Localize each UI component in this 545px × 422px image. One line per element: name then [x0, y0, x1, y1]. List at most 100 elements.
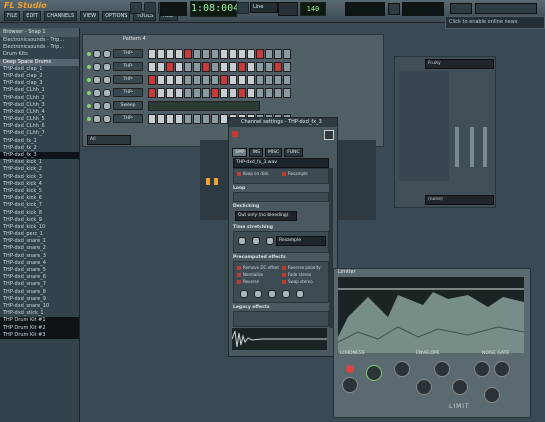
- browser-item[interactable]: THP-dxd_fx_3: [0, 152, 79, 160]
- step-button[interactable]: [274, 61, 282, 72]
- channel-name-button[interactable]: THP-dxd_fx_3: [113, 114, 143, 123]
- time-knob[interactable]: [266, 237, 274, 245]
- download-icon[interactable]: [450, 3, 472, 14]
- channel-name-button[interactable]: THP-dxd_clap_1: [113, 49, 143, 58]
- mixer-out-select[interactable]: (none): [425, 195, 494, 205]
- channel-pan-knob[interactable]: [93, 62, 101, 71]
- detach-icon[interactable]: [324, 130, 334, 140]
- browser-item[interactable]: THP-dxd_snare_5: [0, 267, 79, 274]
- step-button[interactable]: [229, 61, 237, 72]
- browser-item[interactable]: Drum Kits: [0, 51, 79, 58]
- step-button[interactable]: [247, 74, 255, 85]
- browser-item[interactable]: THP Drum Kit #1: [0, 317, 79, 325]
- fade-stereo-checkbox[interactable]: Fade stereo: [282, 272, 311, 277]
- gain-knob[interactable]: [342, 377, 358, 393]
- step-button[interactable]: [211, 113, 219, 124]
- step-button[interactable]: [184, 61, 192, 72]
- stretch-mode-select[interactable]: Resample: [276, 236, 326, 246]
- gate-release-knob[interactable]: [484, 387, 500, 403]
- browser-item[interactable]: THP-dxd_snare_9: [0, 296, 79, 303]
- effect-knob-3[interactable]: [268, 290, 276, 298]
- step-button[interactable]: [175, 74, 183, 85]
- sustain-knob[interactable]: [452, 379, 468, 395]
- channel-volume-knob[interactable]: [103, 114, 111, 123]
- step-button[interactable]: [148, 113, 156, 124]
- step-button[interactable]: [166, 61, 174, 72]
- sample-name-field[interactable]: THP-dxd_fx_3.wav: [233, 158, 329, 168]
- channel-led[interactable]: [87, 77, 91, 82]
- reverse-checkbox[interactable]: Reverse: [237, 279, 259, 284]
- step-button[interactable]: [166, 74, 174, 85]
- browser-item[interactable]: THP-dxd_fx_1: [0, 138, 79, 145]
- step-button[interactable]: [220, 87, 228, 98]
- browser-item[interactable]: THP-dxd_kick_6: [0, 195, 79, 202]
- mixer-fader-2[interactable]: [470, 127, 474, 167]
- channel-led[interactable]: [87, 116, 91, 121]
- step-button[interactable]: [193, 48, 201, 59]
- channel-volume-knob[interactable]: [103, 75, 111, 84]
- step-button[interactable]: [220, 113, 228, 124]
- step-button[interactable]: [184, 48, 192, 59]
- menu-options[interactable]: OPTIONS: [102, 11, 131, 21]
- step-button[interactable]: [220, 61, 228, 72]
- browser-item[interactable]: THP-dxd_kick_1: [0, 159, 79, 166]
- step-button[interactable]: [184, 87, 192, 98]
- step-button[interactable]: [193, 113, 201, 124]
- gate-threshold-knob[interactable]: [474, 361, 490, 377]
- step-button[interactable]: [202, 87, 210, 98]
- channel-name-button[interactable]: THP-dxd_kick_1: [113, 88, 143, 97]
- step-button[interactable]: [193, 74, 201, 85]
- step-button[interactable]: [211, 61, 219, 72]
- browser-item[interactable]: THP-dxd_kick_9: [0, 217, 79, 224]
- channel-pan-knob[interactable]: [93, 49, 101, 58]
- step-button[interactable]: [148, 87, 156, 98]
- channel-name-button[interactable]: THP-dxd_CLhh_2: [113, 75, 143, 84]
- browser-item[interactable]: THP-dxd_kick_2: [0, 166, 79, 173]
- effect-knob-2[interactable]: [254, 290, 262, 298]
- channel-enable-icon[interactable]: [232, 131, 238, 137]
- browser-item[interactable]: THP-dxd_clap_2: [0, 73, 79, 80]
- step-button[interactable]: [238, 61, 246, 72]
- step-button[interactable]: [193, 61, 201, 72]
- channel-name-button[interactable]: Sweep: [113, 101, 143, 110]
- channel-name-button[interactable]: THP-dxd_CLhh_1: [113, 62, 143, 71]
- step-button[interactable]: [166, 87, 174, 98]
- browser-item[interactable]: Electronicsounds - Trip...: [0, 44, 79, 51]
- channel-pan-knob[interactable]: [93, 114, 101, 123]
- remove-dc-checkbox[interactable]: Remove DC offset: [237, 265, 279, 270]
- step-button[interactable]: [265, 74, 273, 85]
- browser-item[interactable]: THP-dxd_CLhh_1: [0, 87, 79, 94]
- normalize-checkbox[interactable]: Normalize: [237, 272, 263, 277]
- step-button[interactable]: [148, 48, 156, 59]
- step-button[interactable]: [193, 87, 201, 98]
- channel-settings-title[interactable]: Channel settings - THP-dxd_fx_3: [229, 118, 337, 127]
- tempo-display[interactable]: 140: [300, 2, 326, 16]
- step-button[interactable]: [283, 87, 291, 98]
- step-button[interactable]: [256, 48, 264, 59]
- step-button[interactable]: [238, 87, 246, 98]
- mixer-track-name[interactable]: Fruity: [425, 59, 494, 69]
- step-button[interactable]: [166, 113, 174, 124]
- step-button[interactable]: [157, 74, 165, 85]
- step-button[interactable]: [211, 87, 219, 98]
- browser-item[interactable]: THP-dxd_clap_3: [0, 80, 79, 87]
- channel-led[interactable]: [87, 103, 91, 108]
- step-button[interactable]: [247, 48, 255, 59]
- online-news-box[interactable]: Click to enable online news: [445, 16, 545, 29]
- step-button[interactable]: [175, 48, 183, 59]
- browser-item[interactable]: THP-dxd_snare_7: [0, 281, 79, 288]
- step-button[interactable]: [256, 74, 264, 85]
- browser-item[interactable]: THP-dxd_CLhh_3: [0, 102, 79, 109]
- browser-item[interactable]: THP-dxd_clap_1: [0, 66, 79, 73]
- browser-item[interactable]: THP-dxd_fx_2: [0, 145, 79, 152]
- step-button[interactable]: [202, 48, 210, 59]
- menu-view[interactable]: VIEW: [80, 11, 100, 21]
- mixer-fader-3[interactable]: [483, 127, 487, 167]
- step-button[interactable]: [148, 74, 156, 85]
- browser-item[interactable]: THP-dxd_snare_3: [0, 253, 79, 260]
- step-button[interactable]: [202, 61, 210, 72]
- declicking-select[interactable]: Out only (no bleeding): [235, 211, 297, 221]
- browser-item[interactable]: THP-dxd_perc_1: [0, 231, 79, 238]
- channel-led[interactable]: [87, 90, 91, 95]
- step-button[interactable]: [202, 74, 210, 85]
